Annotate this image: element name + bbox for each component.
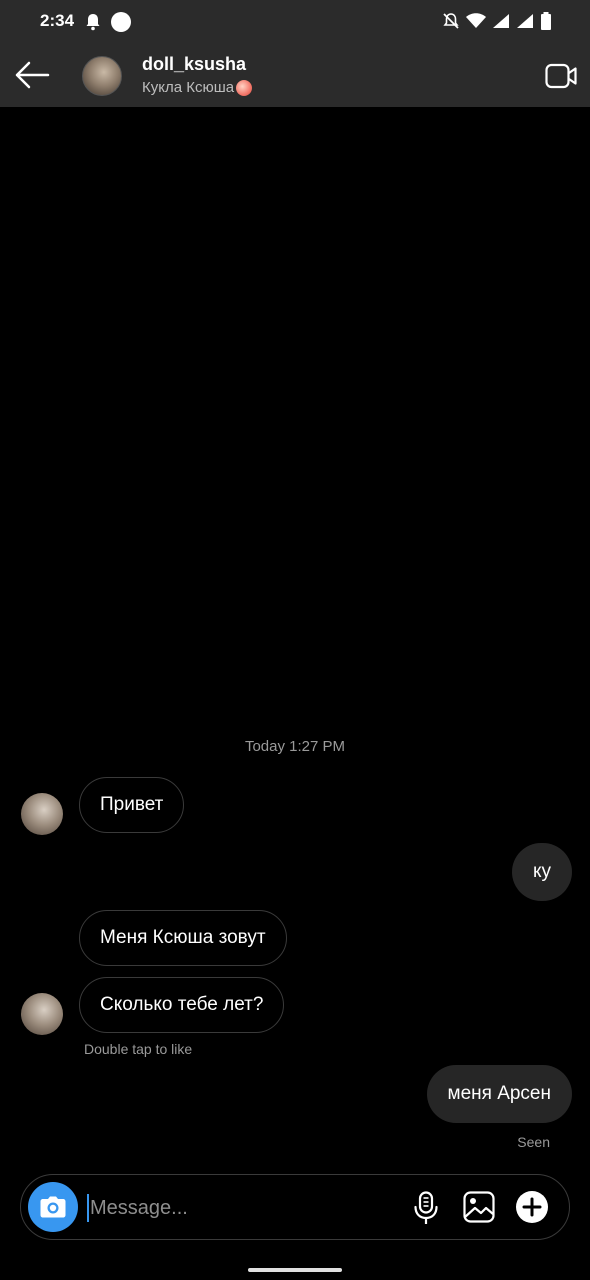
video-call-icon[interactable] bbox=[545, 63, 577, 89]
status-bar: 2:34 bbox=[0, 0, 590, 44]
wifi-icon bbox=[466, 13, 486, 28]
message-bubble-outgoing[interactable]: ку bbox=[511, 843, 572, 901]
signal-icon bbox=[493, 14, 509, 28]
battery-icon bbox=[541, 12, 551, 30]
message-bubble-incoming[interactable]: Привет bbox=[79, 777, 185, 833]
notification-dot-icon bbox=[111, 12, 131, 32]
chat-header: doll_ksusha Кукла Ксюша bbox=[0, 44, 590, 107]
message-input[interactable] bbox=[88, 1191, 392, 1225]
message-bubble-outgoing[interactable]: меня Арсен bbox=[426, 1065, 572, 1123]
double-tap-hint: Double tap to like bbox=[84, 1041, 193, 1057]
bell-icon bbox=[86, 14, 100, 31]
message-bubble-incoming[interactable]: Сколько тебе лет? bbox=[79, 977, 285, 1033]
camera-icon bbox=[40, 1196, 66, 1218]
plus-circle-icon[interactable] bbox=[515, 1190, 549, 1224]
muted-bell-icon bbox=[443, 13, 459, 29]
gallery-icon[interactable] bbox=[463, 1191, 495, 1223]
signal-icon-2 bbox=[517, 14, 533, 28]
camera-button[interactable] bbox=[28, 1182, 78, 1232]
message-composer bbox=[20, 1174, 570, 1240]
peach-emoji-icon bbox=[236, 79, 253, 96]
message-bubble-incoming[interactable]: Меня Ксюша зовут bbox=[79, 910, 287, 966]
sender-avatar[interactable] bbox=[21, 993, 63, 1035]
microphone-icon[interactable] bbox=[413, 1191, 439, 1225]
display-name: Кукла Ксюша bbox=[142, 79, 253, 96]
back-arrow-icon[interactable] bbox=[14, 60, 50, 90]
profile-avatar[interactable] bbox=[82, 56, 122, 96]
username[interactable]: doll_ksusha bbox=[142, 54, 246, 75]
status-icons bbox=[442, 12, 552, 30]
seen-status: Seen bbox=[517, 1134, 550, 1150]
status-time: 2:34 bbox=[40, 11, 75, 30]
home-indicator[interactable] bbox=[248, 1268, 342, 1272]
chat-timestamp: Today 1:27 PM bbox=[244, 738, 346, 755]
display-name-text: Кукла Ксюша bbox=[142, 79, 235, 96]
sender-avatar[interactable] bbox=[21, 793, 63, 835]
